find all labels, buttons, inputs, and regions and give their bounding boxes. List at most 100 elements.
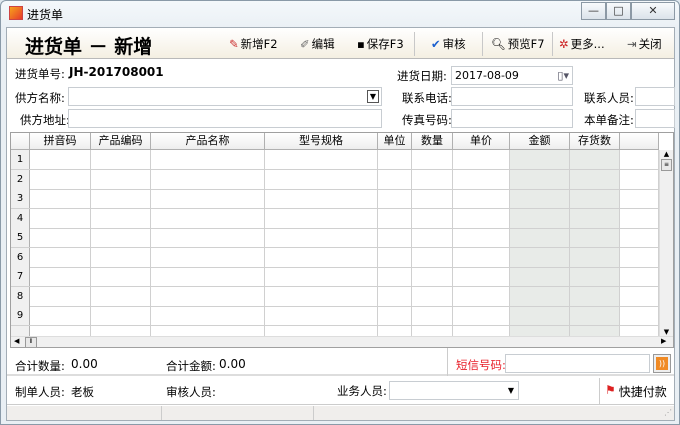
content: 进货单 － 新增 ✎ 新增F2 ✐ 编辑 ▪ 保存F3 ✔ 审核 🔍︎ 预览F7 ✲ 更多.… [6, 27, 675, 421]
scroll-up-icon[interactable]: ▲ [660, 150, 673, 158]
maker-value: 老板 [71, 385, 94, 399]
column-line [619, 150, 620, 336]
window: 进货单 — □ ✕ 进货单 － 新增 ✎ 新增F2 ✐ 编辑 ▪ 保存F3 ✔ 审核 🔍… [0, 0, 680, 425]
column-line [90, 150, 91, 336]
edit-button[interactable]: ✐ 编辑 [300, 34, 335, 54]
column-header[interactable]: 数量 [412, 133, 453, 150]
address-input[interactable] [68, 109, 382, 128]
contact-label: 联系人员: [584, 91, 634, 105]
maker-label: 制单人员: [15, 385, 65, 399]
maximize-button[interactable]: □ [606, 2, 631, 20]
sms-label: 短信号码: [456, 358, 506, 372]
note-label: 本单备注: [584, 113, 634, 127]
column-line [569, 150, 570, 336]
column-header[interactable]: 产品名称 [151, 133, 265, 150]
date-picker[interactable]: 2017-08-09 ▯▾ [451, 66, 573, 85]
column-header-blank [620, 133, 659, 150]
column-line [509, 150, 510, 336]
row-line [11, 227, 659, 229]
row-line [11, 305, 659, 307]
shaded-column [510, 150, 570, 336]
row-line [11, 208, 659, 209]
rss-send-button[interactable]: )) [653, 354, 671, 373]
total-amount-label: 合计金额: [166, 359, 216, 373]
note-input[interactable] [635, 109, 675, 128]
items-grid[interactable]: 拼音码 产品编码 产品名称 型号规格 单位 数量 单价 金额 存货数 1 2 3 4 5 6 7 8 9 ▲ ≡ … [10, 132, 674, 348]
address-label: 供方地址: [20, 113, 70, 127]
grid-corner [11, 133, 30, 150]
total-amount-value: 0.00 [219, 357, 246, 371]
row-line [11, 266, 659, 268]
row-number[interactable]: 3 [11, 189, 30, 208]
row-line [11, 286, 659, 287]
scroll-down-icon[interactable]: ▼ [660, 328, 673, 336]
title-bar: 进货单 — □ ✕ [1, 1, 680, 26]
row-number[interactable]: 6 [11, 247, 30, 267]
row-line [11, 325, 659, 326]
phone-input[interactable] [451, 87, 573, 106]
row-line [11, 188, 659, 190]
close-form-button[interactable]: ⇥ 关闭 [627, 34, 662, 54]
sales-select[interactable]: ▼ [389, 381, 519, 400]
column-header[interactable]: 型号规格 [265, 133, 378, 150]
divider [599, 378, 600, 404]
fax-label: 传真号码: [402, 113, 452, 127]
horizontal-scrollbar[interactable]: ◀ ⦀ ▶ [11, 336, 673, 347]
column-header[interactable]: 产品编码 [91, 133, 151, 150]
hscroll-thumb[interactable]: ⦀ [25, 337, 37, 347]
app-icon [9, 6, 23, 20]
footer-bar: 制单人员: 老板 审核人员: 业务人员: ▼ ⚑ 快捷付款 [7, 378, 674, 405]
auditor-label: 审核人员: [166, 385, 216, 399]
resize-grip-icon[interactable]: ⋰ [664, 408, 672, 417]
total-qty-label: 合计数量: [15, 359, 65, 373]
calendar-icon[interactable]: ▯▾ [557, 67, 569, 84]
quick-pay-button[interactable]: ⚑ 快捷付款 [605, 383, 667, 400]
row-number[interactable]: 5 [11, 228, 30, 247]
scroll-thumb[interactable]: ≡ [661, 159, 672, 171]
column-line [411, 150, 412, 336]
column-header[interactable]: 单位 [378, 133, 412, 150]
supplier-label: 供方名称: [15, 91, 65, 105]
contact-input[interactable] [635, 87, 675, 106]
more-icon: ✲ [559, 37, 569, 51]
close-button[interactable]: ✕ [631, 2, 675, 20]
toolbar: 进货单 － 新增 ✎ 新增F2 ✐ 编辑 ▪ 保存F3 ✔ 审核 🔍︎ 预览F7 ✲ 更多.… [7, 28, 674, 59]
column-header[interactable]: 拼音码 [30, 133, 91, 150]
page-title: 进货单 － 新增 [25, 36, 153, 58]
audit-button[interactable]: ✔ 审核 [431, 34, 466, 54]
preview-button[interactable]: 🔍︎ 预览F7 [491, 34, 545, 54]
column-header[interactable]: 金额 [510, 133, 570, 150]
column-header[interactable]: 单价 [453, 133, 510, 150]
fax-input[interactable] [451, 109, 573, 128]
minimize-button[interactable]: — [581, 2, 606, 20]
scroll-right-icon[interactable]: ▶ [661, 337, 666, 345]
supplier-select[interactable]: ▼ [68, 87, 382, 106]
divider [447, 348, 448, 376]
window-title: 进货单 [27, 8, 64, 22]
row-number[interactable]: 2 [11, 169, 30, 189]
row-number[interactable]: 9 [11, 306, 30, 325]
exit-icon: ⇥ [627, 37, 637, 51]
row-line [11, 247, 659, 248]
order-no-label: 进货单号: [15, 67, 65, 81]
column-header[interactable]: 存货数 [570, 133, 620, 150]
separator [414, 32, 415, 56]
row-number[interactable]: 8 [11, 286, 30, 306]
sms-input[interactable] [505, 354, 650, 373]
separator [552, 32, 553, 56]
scroll-left-icon[interactable]: ◀ [14, 337, 19, 345]
column-line [377, 150, 378, 336]
status-divider [161, 406, 162, 420]
new-button[interactable]: ✎ 新增F2 [229, 34, 278, 54]
shaded-column [570, 150, 620, 336]
column-line [264, 150, 265, 336]
row-number[interactable]: 7 [11, 267, 30, 286]
row-number[interactable]: 4 [11, 208, 30, 228]
summary-bar: 合计数量: 0.00 合计金额: 0.00 短信号码: )) [7, 348, 674, 376]
chevron-down-icon[interactable]: ▼ [367, 90, 379, 103]
row-number[interactable]: 1 [11, 150, 30, 169]
save-button[interactable]: ▪ 保存F3 [357, 34, 404, 54]
vertical-scrollbar[interactable]: ▲ ≡ ▼ [659, 150, 673, 336]
more-button[interactable]: ✲ 更多... [559, 34, 605, 54]
chevron-down-icon[interactable]: ▼ [508, 382, 514, 399]
